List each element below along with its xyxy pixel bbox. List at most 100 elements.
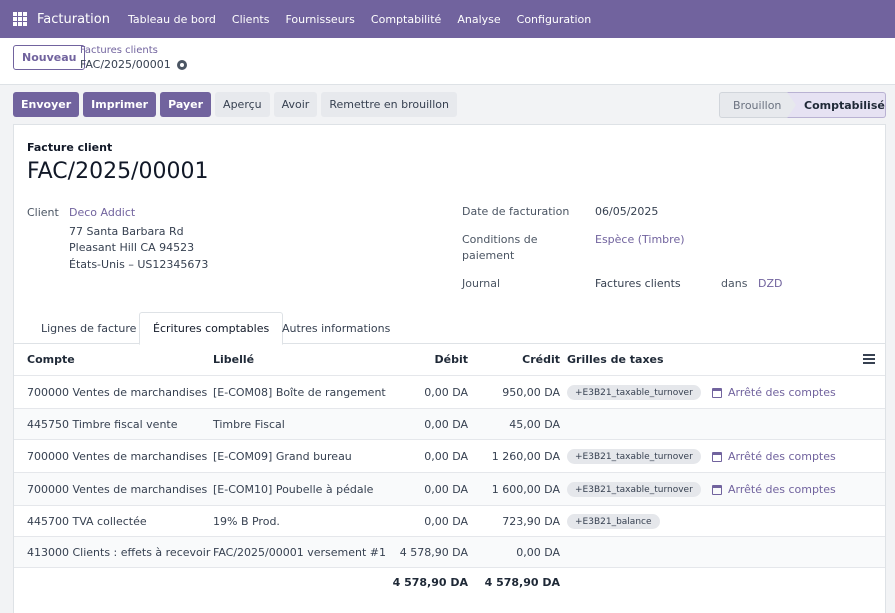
tax-tag: +E3B21_balance — [567, 514, 660, 529]
tab-invoice-lines[interactable]: Lignes de facture — [28, 312, 149, 344]
header-credit[interactable]: Crédit — [474, 353, 560, 366]
row-credit: 723,90 DA — [502, 515, 560, 528]
journal-value[interactable]: Factures clients — [595, 277, 681, 290]
row-label: 19% B Prod. — [213, 515, 280, 528]
invoice-date-value[interactable]: 06/05/2025 — [595, 205, 658, 218]
table-totals: 4 578,90 DA 4 578,90 DA — [14, 568, 885, 596]
row-debit: 0,00 DA — [424, 418, 468, 431]
row-account: 445750 Timbre fiscal vente — [27, 418, 178, 431]
row-account: 413000 Clients : effets à recevoir — [27, 546, 211, 559]
payment-terms-value[interactable]: Espèce (Timbre) — [595, 233, 685, 246]
status-bar: Brouillon Comptabilisé — [719, 92, 886, 118]
menu-customers[interactable]: Clients — [224, 13, 278, 26]
breadcrumb-current: FAC/2025/00001 — [80, 58, 187, 71]
total-credit: 4 578,90 DA — [484, 576, 560, 589]
row-account: 700000 Ventes de marchandises — [27, 386, 208, 399]
page-title: FAC/2025/00001 — [27, 159, 209, 184]
header-debit[interactable]: Débit — [384, 353, 469, 366]
journal-label: Journal — [462, 277, 501, 290]
row-label: FAC/2025/00001 versement #1 — [213, 546, 387, 559]
optional-columns-icon[interactable] — [863, 354, 875, 364]
tab-other-info[interactable]: Autres informations — [269, 312, 403, 344]
menu-reporting[interactable]: Analyse — [449, 13, 508, 26]
row-account: 700000 Ventes de marchandises — [27, 483, 208, 496]
print-button[interactable]: Imprimer — [83, 92, 157, 117]
notebook-tabs: Lignes de facture Écritures comptables A… — [14, 312, 885, 345]
credit-note-button[interactable]: Avoir — [273, 92, 318, 117]
table-row[interactable]: 445750 Timbre fiscal vente Timbre Fiscal… — [14, 409, 885, 440]
table-header: Compte Libellé Débit Crédit Grilles de t… — [14, 344, 885, 376]
customer-label: Client — [27, 206, 59, 219]
row-credit: 0,00 DA — [516, 546, 560, 559]
calendar-icon — [712, 387, 722, 398]
row-debit: 0,00 DA — [424, 483, 468, 496]
send-button[interactable]: Envoyer — [13, 92, 80, 117]
analytic-label: Arrêté des comptes — [728, 483, 836, 496]
table-row[interactable]: 700000 Ventes de marchandises [E-COM09] … — [14, 440, 885, 473]
menu-dashboard[interactable]: Tableau de bord — [120, 13, 224, 26]
invoice-date-label: Date de facturation — [462, 205, 570, 218]
action-bar: Envoyer Imprimer Payer Aperçu Avoir Reme… — [13, 92, 457, 117]
header-tax-grids[interactable]: Grilles de taxes — [567, 353, 664, 366]
row-debit: 0,00 DA — [424, 450, 468, 463]
app-brand[interactable]: Facturation — [37, 12, 110, 27]
calendar-icon — [712, 484, 722, 495]
control-panel: Nouveau Factures clients FAC/2025/00001 — [0, 38, 895, 85]
document-type: Facture client — [27, 141, 113, 154]
menu-vendors[interactable]: Fournisseurs — [277, 13, 362, 26]
breadcrumb-current-label: FAC/2025/00001 — [80, 58, 171, 71]
tax-tag: +E3B21_taxable_turnover — [567, 385, 701, 400]
tax-tag: +E3B21_taxable_turnover — [567, 449, 701, 464]
header-account[interactable]: Compte — [27, 353, 75, 366]
row-credit: 45,00 DA — [509, 418, 560, 431]
header-label[interactable]: Libellé — [213, 353, 254, 366]
row-label: [E-COM08] Boîte de rangement — [213, 386, 386, 399]
customer-name[interactable]: Deco Addict — [69, 206, 135, 219]
row-debit: 0,00 DA — [424, 515, 468, 528]
gear-icon[interactable] — [176, 59, 187, 70]
tax-tag: +E3B21_taxable_turnover — [567, 482, 701, 497]
top-navbar: Facturation Tableau de bord Clients Four… — [0, 0, 895, 38]
analytic-link[interactable]: Arrêté des comptes — [712, 450, 836, 463]
total-debit: 4 578,90 DA — [392, 576, 468, 589]
table-row[interactable]: 445700 TVA collectée 19% B Prod. 0,00 DA… — [14, 506, 885, 537]
row-label: [E-COM10] Poubelle à pédale — [213, 483, 374, 496]
tab-journal-items[interactable]: Écritures comptables — [139, 312, 284, 345]
row-debit: 4 578,90 DA — [399, 546, 468, 559]
reset-to-draft-button[interactable]: Remettre en brouillon — [321, 92, 457, 117]
analytic-link[interactable]: Arrêté des comptes — [712, 386, 836, 399]
menu-configuration[interactable]: Configuration — [509, 13, 600, 26]
pay-button[interactable]: Payer — [160, 92, 212, 117]
row-credit: 1 260,00 DA — [491, 450, 560, 463]
analytic-link[interactable]: Arrêté des comptes — [712, 483, 836, 496]
status-draft[interactable]: Brouillon — [719, 92, 796, 118]
breadcrumb-parent[interactable]: Factures clients — [80, 45, 158, 56]
row-label: [E-COM09] Grand bureau — [213, 450, 352, 463]
customer-address-line1: 77 Santa Barbara Rd — [69, 225, 184, 238]
payment-terms-label-line2: paiement — [462, 249, 515, 262]
row-label: Timbre Fiscal — [213, 418, 285, 431]
apps-menu-icon[interactable] — [13, 12, 27, 26]
analytic-label: Arrêté des comptes — [728, 386, 836, 399]
table-row[interactable]: 700000 Ventes de marchandises [E-COM10] … — [14, 473, 885, 506]
row-credit: 1 600,00 DA — [491, 483, 560, 496]
currency-value[interactable]: DZD — [758, 277, 782, 290]
menu-accounting[interactable]: Comptabilité — [363, 13, 449, 26]
analytic-label: Arrêté des comptes — [728, 450, 836, 463]
customer-address-line3: États-Unis – US12345673 — [69, 258, 209, 271]
main-menu: Tableau de bord Clients Fournisseurs Com… — [120, 13, 599, 26]
payment-terms-label-line1: Conditions de — [462, 233, 538, 246]
journal-in-label: dans — [721, 277, 748, 290]
row-credit: 950,00 DA — [502, 386, 560, 399]
row-account: 700000 Ventes de marchandises — [27, 450, 208, 463]
row-debit: 0,00 DA — [424, 386, 468, 399]
table-row[interactable]: 413000 Clients : effets à recevoir FAC/2… — [14, 537, 885, 568]
form-sheet: Facture client FAC/2025/00001 Client Dec… — [13, 124, 886, 613]
customer-address-line2: Pleasant Hill CA 94523 — [69, 241, 195, 254]
status-posted[interactable]: Comptabilisé — [787, 92, 886, 118]
calendar-icon — [712, 451, 722, 462]
new-button[interactable]: Nouveau — [13, 45, 86, 70]
row-account: 445700 TVA collectée — [27, 515, 147, 528]
preview-button[interactable]: Aperçu — [215, 92, 270, 117]
table-row[interactable]: 700000 Ventes de marchandises [E-COM08] … — [14, 376, 885, 409]
